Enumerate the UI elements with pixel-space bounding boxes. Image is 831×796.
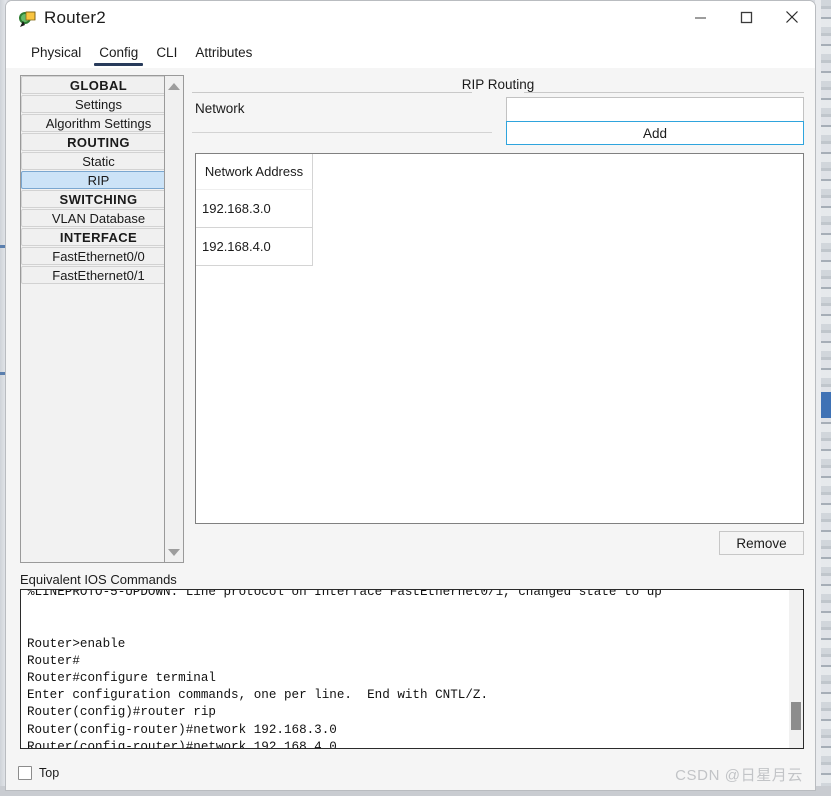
network-address-column: Network Address 192.168.3.0 192.168.4.0 [196, 154, 313, 266]
network-label: Network [195, 101, 245, 116]
sidebar-item-switching: SWITCHING [21, 190, 176, 208]
minimize-icon [694, 16, 706, 19]
window-footer: Top CSDN @日星月云 [6, 758, 815, 790]
sidebar-item-interface: INTERFACE [21, 228, 176, 246]
panel-rule-right [524, 92, 804, 93]
maximize-icon [740, 11, 752, 23]
panel-title-row: RIP Routing [192, 75, 804, 97]
equivalent-ios-commands-label: Equivalent IOS Commands [20, 572, 177, 587]
window-titlebar: Router2 [6, 1, 815, 39]
sidebar-item-global: GLOBAL [21, 76, 176, 94]
minimize-button[interactable] [677, 1, 723, 33]
sidebar-item-settings[interactable]: Settings [21, 95, 176, 113]
screen-root: Router2 Physical Config CLI Attributes G… [0, 0, 831, 796]
config-sidebar: GLOBAL Settings Algorithm Settings ROUTI… [20, 75, 177, 563]
sidebar-item-fastethernet0-1[interactable]: FastEthernet0/1 [21, 266, 176, 284]
ios-console-scroll-thumb[interactable] [791, 702, 801, 730]
maximize-button[interactable] [723, 1, 769, 33]
remove-button[interactable]: Remove [719, 531, 804, 555]
window-controls [677, 1, 815, 33]
sidebar-item-algorithm-settings[interactable]: Algorithm Settings [21, 114, 176, 132]
panel-rule-left [192, 92, 472, 93]
tab-attributes[interactable]: Attributes [186, 40, 261, 66]
csdn-watermark: CSDN @日星月云 [675, 767, 803, 784]
tab-physical[interactable]: Physical [22, 40, 90, 66]
network-input[interactable] [506, 97, 804, 122]
table-header-network-address: Network Address [196, 154, 313, 190]
add-button[interactable]: Add [506, 121, 804, 145]
top-checkbox-label: Top [39, 766, 60, 780]
sidebar-item-routing: ROUTING [21, 133, 176, 151]
ios-command-text: %LINEPROTO-5-UPDOWN: Line protocol on In… [27, 589, 662, 749]
close-icon [786, 11, 798, 23]
window-body: GLOBAL Settings Algorithm Settings ROUTI… [6, 68, 815, 790]
table-row[interactable]: 192.168.3.0 [196, 190, 313, 228]
sidebar-item-fastethernet0-0[interactable]: FastEthernet0/0 [21, 247, 176, 265]
table-row[interactable]: 192.168.4.0 [196, 228, 313, 266]
ios-console-scrollbar[interactable] [789, 590, 803, 748]
sidebar-item-vlan-database[interactable]: VLAN Database [21, 209, 176, 227]
top-checkbox-wrapper[interactable]: Top [18, 766, 59, 780]
window-title: Router2 [44, 8, 106, 27]
network-address-table: Network Address 192.168.3.0 192.168.4.0 [195, 153, 804, 524]
tab-bar: Physical Config CLI Attributes [6, 39, 815, 69]
packet-tracer-router-icon [18, 10, 37, 29]
sidebar-item-rip[interactable]: RIP [21, 171, 176, 189]
router-config-window: Router2 Physical Config CLI Attributes G… [5, 0, 816, 791]
tab-config[interactable]: Config [90, 40, 147, 66]
sidebar-scrollbar[interactable] [164, 75, 184, 563]
panel-title: RIP Routing [461, 77, 535, 92]
network-row-divider [192, 132, 492, 133]
ios-command-console[interactable]: %LINEPROTO-5-UPDOWN: Line protocol on In… [20, 589, 804, 749]
top-checkbox[interactable] [18, 766, 32, 780]
background-right-highlight [821, 392, 831, 418]
scroll-up-arrow-icon[interactable] [165, 77, 183, 95]
network-row: Network [192, 97, 804, 123]
scroll-down-arrow-icon[interactable] [165, 543, 183, 561]
sidebar-item-static[interactable]: Static [21, 152, 176, 170]
close-button[interactable] [769, 1, 815, 33]
tab-cli[interactable]: CLI [147, 40, 186, 66]
rip-routing-panel: RIP Routing Network Add Network Address … [192, 75, 804, 563]
